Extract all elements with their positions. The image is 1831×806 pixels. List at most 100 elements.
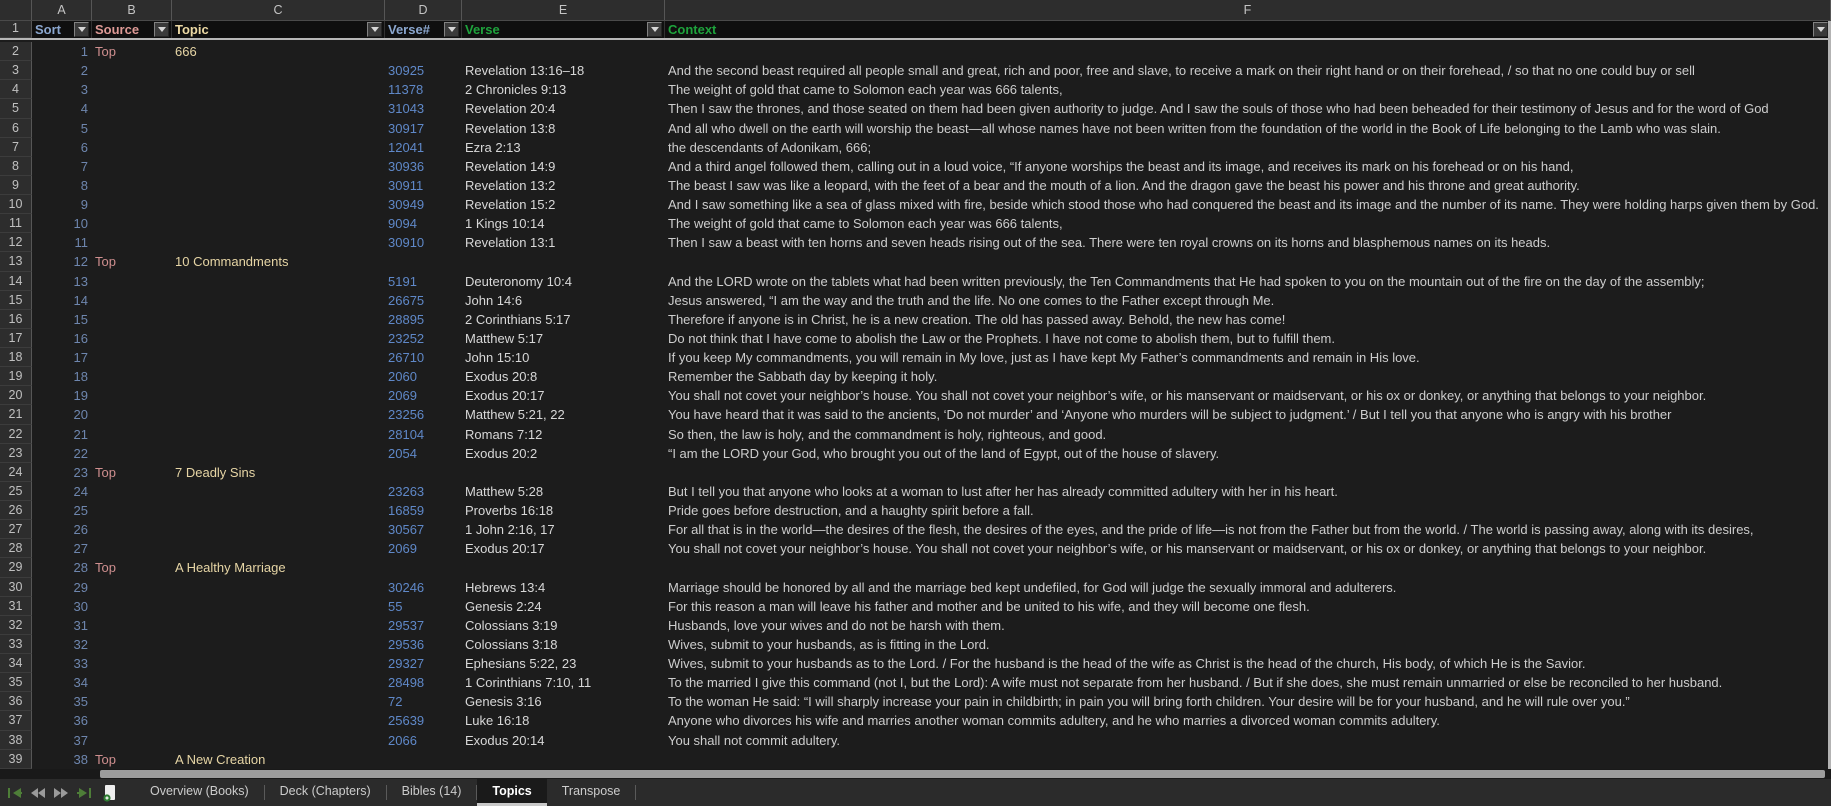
topic-cell[interactable]: [172, 214, 385, 233]
column-letter-a[interactable]: A: [32, 0, 92, 20]
verse-num-cell[interactable]: 2054: [385, 444, 462, 463]
row-number[interactable]: 29: [0, 558, 32, 578]
row-number[interactable]: 30: [0, 577, 32, 597]
verse-cell[interactable]: Revelation 13:2: [462, 176, 665, 195]
context-cell[interactable]: Pride goes before destruction, and a hau…: [665, 501, 1831, 520]
sort-cell[interactable]: 23: [32, 463, 92, 482]
context-cell[interactable]: For all that is in the world—the desires…: [665, 520, 1831, 539]
verse-num-cell[interactable]: 30911: [385, 176, 462, 195]
context-cell[interactable]: You have heard that it was said to the a…: [665, 405, 1831, 424]
topic-cell[interactable]: [172, 348, 385, 367]
sort-cell[interactable]: 4: [32, 99, 92, 118]
context-cell[interactable]: Husbands, love your wives and do not be …: [665, 616, 1831, 635]
verse-num-cell[interactable]: 26675: [385, 291, 462, 310]
context-cell[interactable]: So then, the law is holy, and the comman…: [665, 425, 1831, 444]
verse-num-cell[interactable]: 9094: [385, 214, 462, 233]
topic-cell[interactable]: [172, 501, 385, 520]
verse-num-cell[interactable]: 23256: [385, 405, 462, 424]
context-cell[interactable]: Then I saw a beast with ten horns and se…: [665, 233, 1831, 252]
row-number[interactable]: 14: [0, 271, 32, 291]
topic-cell[interactable]: 666: [172, 42, 385, 61]
row-number[interactable]: 17: [0, 328, 32, 348]
topic-cell[interactable]: [172, 539, 385, 558]
verse-cell[interactable]: 1 Kings 10:14: [462, 214, 665, 233]
source-cell[interactable]: [92, 119, 172, 138]
verse-cell[interactable]: Matthew 5:21, 22: [462, 405, 665, 424]
context-cell[interactable]: The weight of gold that came to Solomon …: [665, 80, 1831, 99]
verse-num-cell[interactable]: 26710: [385, 348, 462, 367]
context-cell[interactable]: Marriage should be honored by all and th…: [665, 578, 1831, 597]
sort-cell[interactable]: 32: [32, 635, 92, 654]
topic-cell[interactable]: [172, 99, 385, 118]
source-cell[interactable]: [92, 501, 172, 520]
verse-cell[interactable]: Proverbs 16:18: [462, 501, 665, 520]
source-cell[interactable]: [92, 711, 172, 730]
topic-cell[interactable]: [172, 673, 385, 692]
sort-cell[interactable]: 18: [32, 367, 92, 386]
context-cell[interactable]: The beast I saw was like a leopard, with…: [665, 176, 1831, 195]
sort-cell[interactable]: 31: [32, 616, 92, 635]
context-cell[interactable]: And I saw something like a sea of glass …: [665, 195, 1831, 214]
source-cell[interactable]: [92, 482, 172, 501]
verse-cell[interactable]: Matthew 5:17: [462, 329, 665, 348]
sheet-tab-bibles-14[interactable]: Bibles (14): [387, 779, 477, 806]
first-sheet-icon[interactable]: [8, 787, 23, 799]
verse-num-cell[interactable]: 23252: [385, 329, 462, 348]
topic-cell[interactable]: [172, 616, 385, 635]
topic-cell[interactable]: [172, 711, 385, 730]
row-number[interactable]: 38: [0, 730, 32, 750]
topic-cell[interactable]: [172, 520, 385, 539]
autofilter-button-sort[interactable]: [74, 22, 89, 37]
verse-cell[interactable]: Exodus 20:17: [462, 386, 665, 405]
row-number[interactable]: 35: [0, 673, 32, 693]
row-number[interactable]: 11: [0, 214, 32, 234]
context-cell[interactable]: Wives, submit to your husbands as to the…: [665, 654, 1831, 673]
verse-cell[interactable]: Deuteronomy 10:4: [462, 272, 665, 291]
verse-num-cell[interactable]: [385, 252, 462, 271]
verse-cell[interactable]: 1 Corinthians 7:10, 11: [462, 673, 665, 692]
autofilter-button-context[interactable]: [1813, 22, 1828, 37]
row-number[interactable]: 7: [0, 137, 32, 157]
horizontal-scrollbar-thumb[interactable]: [100, 770, 1825, 778]
sort-cell[interactable]: 12: [32, 252, 92, 271]
verse-cell[interactable]: Exodus 20:8: [462, 367, 665, 386]
row-number[interactable]: 4: [0, 80, 32, 100]
verse-cell[interactable]: Ezra 2:13: [462, 138, 665, 157]
source-cell[interactable]: [92, 176, 172, 195]
verse-num-cell[interactable]: 2060: [385, 367, 462, 386]
source-cell[interactable]: [92, 195, 172, 214]
verse-cell[interactable]: John 15:10: [462, 348, 665, 367]
row-number[interactable]: 37: [0, 711, 32, 731]
row-number[interactable]: 12: [0, 233, 32, 253]
verse-num-cell[interactable]: 2069: [385, 539, 462, 558]
source-cell[interactable]: [92, 673, 172, 692]
verse-cell[interactable]: Matthew 5:28: [462, 482, 665, 501]
row-number[interactable]: 16: [0, 309, 32, 329]
context-cell[interactable]: Remember the Sabbath day by keeping it h…: [665, 367, 1831, 386]
verse-cell[interactable]: Revelation 13:8: [462, 119, 665, 138]
source-cell[interactable]: Top: [92, 750, 172, 769]
verse-cell[interactable]: Revelation 13:1: [462, 233, 665, 252]
sheet-tab-topics[interactable]: Topics: [477, 779, 547, 806]
verse-num-cell[interactable]: 23263: [385, 482, 462, 501]
sort-cell[interactable]: 3: [32, 80, 92, 99]
context-cell[interactable]: Do not think that I have come to abolish…: [665, 329, 1831, 348]
sort-cell[interactable]: 1: [32, 42, 92, 61]
row-number[interactable]: 28: [0, 539, 32, 559]
verse-num-cell[interactable]: 30925: [385, 61, 462, 80]
verse-num-cell[interactable]: [385, 463, 462, 482]
sort-cell[interactable]: 38: [32, 750, 92, 769]
row-number[interactable]: 36: [0, 692, 32, 712]
verse-num-cell[interactable]: 72: [385, 692, 462, 711]
topic-cell[interactable]: [172, 157, 385, 176]
sort-cell[interactable]: 17: [32, 348, 92, 367]
source-cell[interactable]: [92, 616, 172, 635]
topic-cell[interactable]: A Healthy Marriage: [172, 558, 385, 577]
topic-cell[interactable]: [172, 654, 385, 673]
sheet-tab-overview-books[interactable]: Overview (Books): [135, 779, 264, 806]
row-number[interactable]: 5: [0, 99, 32, 119]
topic-cell[interactable]: [172, 578, 385, 597]
sort-cell[interactable]: 36: [32, 711, 92, 730]
verse-cell[interactable]: [462, 750, 665, 769]
row-number[interactable]: 10: [0, 195, 32, 215]
